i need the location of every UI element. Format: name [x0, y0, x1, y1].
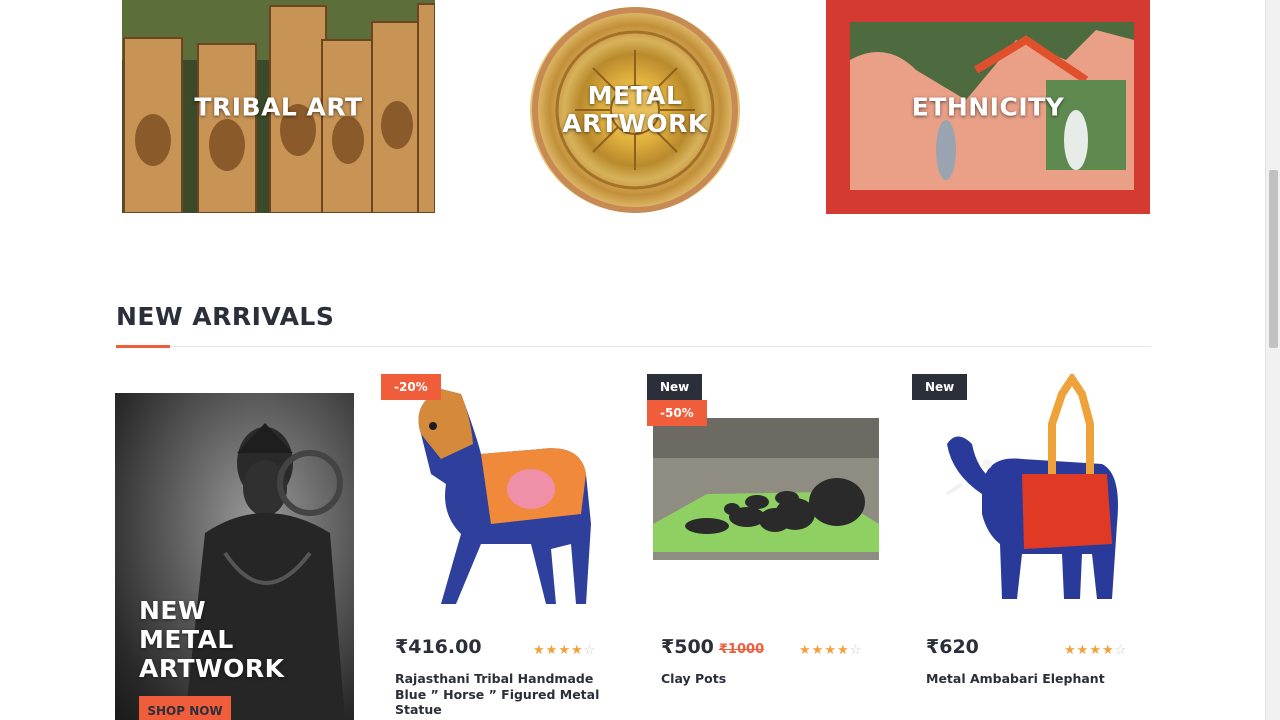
rating-stars: ★★★★☆ — [799, 642, 862, 658]
old-price: ₹1000 — [718, 642, 765, 657]
product-price: ₹500 ₹1000 — [661, 636, 764, 658]
section-accent-underline — [116, 345, 170, 348]
section-divider — [116, 346, 1151, 347]
star-icon: ★ — [824, 642, 837, 657]
current-price: ₹500 — [661, 636, 714, 658]
horse-statue-image — [418, 389, 591, 604]
product-name[interactable]: Rajasthani Tribal Handmade Blue ” Horse … — [395, 671, 605, 718]
rating-stars: ★★★★☆ — [533, 642, 596, 658]
star-icon: ★ — [533, 642, 546, 657]
product-name[interactable]: Clay Pots — [661, 671, 871, 687]
category-label: METAL ARTWORK — [562, 81, 708, 138]
product-price: ₹416.00 — [395, 636, 482, 658]
shop-now-button[interactable]: SHOP NOW — [139, 696, 231, 720]
product-price: ₹620 — [926, 636, 979, 658]
product-card[interactable]: -20% ₹416.00 ★★★★☆ Rajasthani Tribal Han… — [381, 374, 620, 720]
new-badge: New — [647, 374, 703, 400]
product-card[interactable]: New ₹620 ★★★★☆ Metal Ambabari Elephant — [912, 374, 1151, 720]
new-badge: New — [912, 374, 968, 400]
category-ethnicity[interactable]: ETHNICITY — [826, 0, 1150, 214]
promo-heading: NEW METAL ARTWORK — [139, 596, 285, 683]
product-image[interactable] — [381, 374, 620, 612]
category-label: ETHNICITY — [911, 92, 1065, 122]
scrollbar-thumb[interactable] — [1269, 170, 1278, 348]
star-icon: ★ — [811, 642, 825, 657]
category-tribal-art[interactable]: TRIBAL ART — [122, 0, 435, 213]
star-icon: ★ — [570, 642, 584, 657]
discount-badge: -50% — [647, 400, 707, 426]
section-title: NEW ARRIVALS — [116, 302, 335, 331]
star-outline-icon: ☆ — [849, 642, 863, 657]
star-icon: ★ — [836, 642, 850, 657]
star-icon: ★ — [799, 642, 812, 657]
category-label: TRIBAL ART — [194, 92, 363, 121]
product-card[interactable]: New -50% ₹500 ₹1000 ★★★★☆ Clay Pots — [647, 374, 886, 720]
vertical-scrollbar[interactable] — [1265, 0, 1280, 720]
discount-badge: -20% — [381, 374, 441, 400]
star-icon: ★ — [1089, 642, 1102, 657]
star-outline-icon: ☆ — [1114, 642, 1128, 657]
star-icon: ★ — [1064, 642, 1077, 657]
rating-stars: ★★★★☆ — [1064, 642, 1127, 658]
category-metal-artwork[interactable]: METAL ARTWORK — [530, 7, 740, 213]
star-icon: ★ — [558, 642, 571, 657]
elephant-statue-image — [945, 374, 1118, 599]
product-name[interactable]: Metal Ambabari Elephant — [926, 671, 1136, 687]
product-image[interactable] — [912, 374, 1151, 612]
star-icon: ★ — [1076, 642, 1090, 657]
promo-banner[interactable]: NEW METAL ARTWORK SHOP NOW — [115, 393, 354, 720]
star-outline-icon: ☆ — [583, 642, 597, 657]
star-icon: ★ — [545, 642, 559, 657]
star-icon: ★ — [1101, 642, 1115, 657]
